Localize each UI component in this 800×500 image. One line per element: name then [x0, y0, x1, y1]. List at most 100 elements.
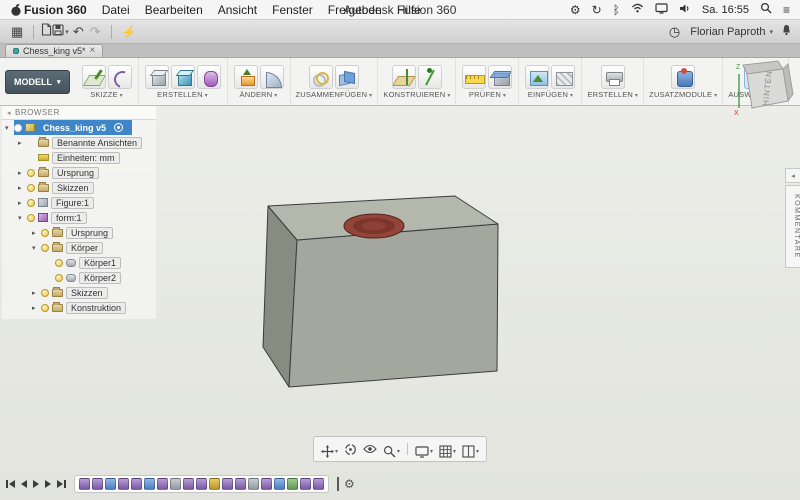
ribbon-group-menu[interactable]: ZUSAMMENFÜGEN: [296, 90, 373, 99]
look-at-button[interactable]: [361, 443, 379, 455]
timeline-feature-icon[interactable]: [222, 478, 233, 490]
scripts-addins-icon[interactable]: [671, 65, 695, 89]
zoom-button[interactable]: [381, 439, 402, 459]
node-label[interactable]: Körper1: [79, 257, 121, 269]
file-icon[interactable]: [41, 23, 52, 41]
ribbon-group-menu[interactable]: ÄNDERN: [240, 90, 278, 99]
tree-row[interactable]: ▸ Skizzen: [2, 180, 156, 195]
insert-mesh-icon[interactable]: [551, 65, 575, 89]
save-icon[interactable]: [52, 23, 64, 41]
ribbon-group-menu[interactable]: KONSTRUIEREN: [383, 90, 450, 99]
expand-comments-icon[interactable]: ◂: [785, 168, 800, 183]
expand-collapse-icon[interactable]: ▸: [32, 304, 41, 312]
node-label[interactable]: Skizzen: [66, 287, 108, 299]
timeline-feature-icon[interactable]: [235, 478, 246, 490]
model-front-face[interactable]: [289, 224, 498, 387]
document-tab[interactable]: Chess_king v5* ×: [5, 44, 103, 57]
menu-item[interactable]: Fenster: [272, 3, 313, 17]
model-pocket-inner[interactable]: [362, 222, 386, 231]
node-label[interactable]: Skizzen: [52, 182, 94, 194]
timeline-feature-icon[interactable]: [287, 478, 298, 490]
expand-collapse-icon[interactable]: ▸: [18, 184, 27, 192]
timeline-feature-icon[interactable]: [261, 478, 272, 490]
close-tab-icon[interactable]: ×: [90, 46, 96, 56]
quick-setup-lightning-icon[interactable]: ⚡: [122, 26, 137, 38]
volume-icon[interactable]: [679, 3, 691, 17]
node-label[interactable]: Konstruktion: [66, 302, 126, 314]
timeline-feature-icon[interactable]: [118, 478, 129, 490]
collapse-browser-icon[interactable]: ◂: [7, 109, 11, 117]
tree-row[interactable]: Körper1: [2, 255, 156, 270]
ribbon-group-menu[interactable]: SKIZZE: [90, 90, 123, 99]
timeline-feature-icon[interactable]: [300, 478, 311, 490]
visibility-bulb-icon[interactable]: [41, 229, 49, 237]
workspace-selector[interactable]: MODELL: [5, 70, 70, 94]
visibility-bulb-icon[interactable]: [55, 259, 63, 267]
menubar-clock[interactable]: Sa. 16:55: [702, 4, 749, 16]
timeline-feature-icon[interactable]: [183, 478, 194, 490]
step-forward-button[interactable]: [45, 480, 51, 488]
node-label[interactable]: Ursprung: [52, 167, 99, 179]
timeline-feature-icon[interactable]: [209, 478, 220, 490]
timeline-feature-icon[interactable]: [131, 478, 142, 490]
tree-row[interactable]: ▸ Skizzen: [2, 285, 156, 300]
timeline-feature-icon[interactable]: [170, 478, 181, 490]
section-analysis-icon[interactable]: [488, 65, 512, 89]
tree-row[interactable]: Körper2: [2, 270, 156, 285]
timeline-position-marker[interactable]: [337, 477, 339, 491]
expand-collapse-icon[interactable]: ▸: [32, 289, 41, 297]
fillet-icon[interactable]: [260, 65, 284, 89]
create-sketch-icon[interactable]: [82, 65, 106, 89]
joint-icon[interactable]: [309, 65, 333, 89]
apple-menu-icon[interactable]: [10, 3, 22, 17]
ribbon-group-menu[interactable]: ERSTELLEN: [157, 90, 208, 99]
notification-center-icon[interactable]: ≡: [783, 4, 790, 16]
skip-to-end-button[interactable]: [57, 480, 66, 488]
display-icon[interactable]: [655, 3, 668, 17]
timeline-feature-icon[interactable]: [196, 478, 207, 490]
expand-collapse-icon[interactable]: ▾: [18, 214, 27, 222]
menu-item[interactable]: Datei: [102, 3, 130, 17]
wifi-icon[interactable]: [631, 3, 644, 16]
tree-row[interactable]: ▾ Körper: [2, 240, 156, 255]
display-settings-button[interactable]: [413, 439, 435, 459]
node-label[interactable]: Benannte Ansichten: [52, 137, 142, 149]
menu-item[interactable]: Fusion 360: [24, 3, 87, 17]
expand-collapse-icon[interactable]: ▾: [5, 124, 14, 132]
browser-header[interactable]: ◂ BROWSER: [2, 106, 156, 120]
job-status-icon[interactable]: ◷: [669, 25, 680, 38]
node-label[interactable]: Körper2: [79, 272, 121, 284]
undo-icon[interactable]: ↶: [73, 25, 84, 38]
expand-collapse-icon[interactable]: ▸: [18, 199, 27, 207]
expand-collapse-icon[interactable]: ▸: [32, 229, 41, 237]
align-icon[interactable]: [335, 65, 359, 89]
expand-collapse-icon[interactable]: ▾: [32, 244, 41, 252]
play-button[interactable]: [33, 480, 39, 488]
visibility-bulb-icon[interactable]: [27, 199, 35, 207]
visibility-bulb-icon[interactable]: [41, 289, 49, 297]
timeline-settings-gear-icon[interactable]: ⚙: [344, 478, 355, 490]
menu-item[interactable]: Freigeben: [328, 3, 382, 17]
node-label[interactable]: Chess_king v5: [38, 122, 111, 134]
visibility-bulb-icon[interactable]: [27, 214, 35, 222]
node-label[interactable]: Figure:1: [51, 197, 94, 209]
visibility-bulb-icon[interactable]: [41, 244, 49, 252]
construction-plane-icon[interactable]: [392, 65, 416, 89]
node-label[interactable]: Ursprung: [66, 227, 113, 239]
activate-component-radio[interactable]: [114, 123, 123, 132]
viewports-button[interactable]: [460, 439, 481, 459]
ribbon-group-menu[interactable]: ERSTELLEN: [587, 90, 638, 99]
construction-axis-icon[interactable]: [418, 65, 442, 89]
tree-row[interactable]: ▸ Benannte Ansichten: [2, 135, 156, 150]
timeline-feature-icon[interactable]: [105, 478, 116, 490]
timeline-feature-icon[interactable]: [79, 478, 90, 490]
timeline-feature-icon[interactable]: [274, 478, 285, 490]
new-component-icon[interactable]: [145, 65, 169, 89]
viewcube[interactable]: Z X HINTEN: [732, 56, 798, 116]
menu-item[interactable]: Ansicht: [218, 3, 257, 17]
visibility-bulb-icon[interactable]: [27, 184, 35, 192]
tree-row[interactable]: ▸ Figure:1: [2, 195, 156, 210]
tree-row[interactable]: ▾ form:1: [2, 210, 156, 225]
extrude-icon[interactable]: [171, 65, 195, 89]
skip-to-start-button[interactable]: [6, 480, 15, 488]
